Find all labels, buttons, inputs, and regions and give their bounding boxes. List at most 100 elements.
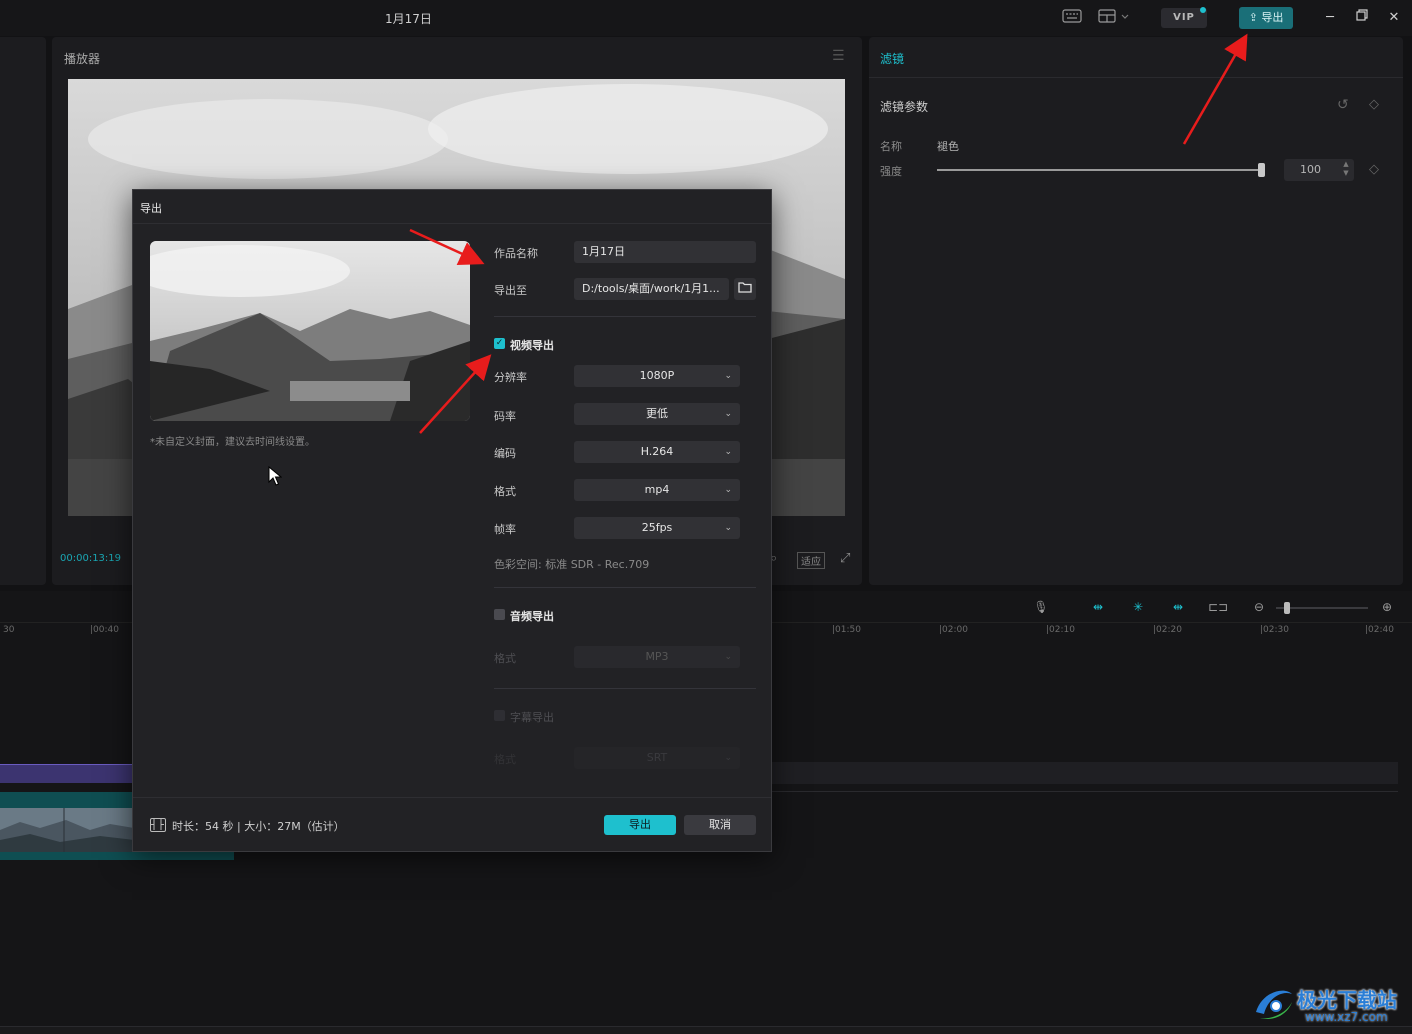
keyboard-icon[interactable] [1061, 9, 1083, 27]
chevron-down-icon: ⌄ [724, 523, 732, 533]
export-button[interactable]: 导出 [604, 815, 676, 835]
cancel-button[interactable]: 取消 [684, 815, 756, 835]
ruler-tick: |02:40 [1365, 625, 1394, 635]
codec-select[interactable]: H.264 ⌄ [574, 441, 740, 463]
chevron-down-icon: ⌄ [724, 447, 732, 457]
subtitle-format-label: 格式 [494, 753, 516, 766]
chevron-down-icon: ⌄ [724, 371, 732, 381]
cover-hint: *未自定义封面，建议去时间线设置。 [150, 437, 315, 448]
divider [494, 587, 756, 588]
media-panel [0, 37, 46, 585]
fit-ratio-button[interactable]: 适应 [797, 552, 825, 569]
ruler-tick: |02:00 [939, 625, 968, 635]
ruler-tick: |00:40 [90, 625, 119, 635]
name-input[interactable]: 1月17日 [574, 241, 756, 263]
folder-icon[interactable] [734, 278, 756, 300]
microphone-icon[interactable]: 🎙 [1030, 598, 1052, 616]
filter-tab-bar [869, 37, 1403, 78]
name-label: 作品名称 [494, 247, 538, 260]
layout-icon[interactable] [1097, 9, 1131, 27]
subtitle-format-value: SRT [646, 751, 668, 764]
strength-slider-handle[interactable] [1258, 163, 1265, 177]
filter-name-label: 名称 [880, 140, 902, 153]
zoom-out-icon[interactable]: ⊖ [1248, 598, 1270, 616]
split-icon[interactable]: ⊏⊐ [1207, 598, 1229, 616]
export-path-input[interactable]: D:/tools/桌面/work/1月1... [574, 278, 729, 300]
resolution-label: 分辨率 [494, 371, 527, 384]
codec-value: H.264 [640, 445, 674, 458]
export-path-label: 导出至 [494, 284, 527, 297]
resolution-select[interactable]: 1080P ⌄ [574, 365, 740, 387]
main-track-icon[interactable]: ⇹ [1167, 598, 1189, 616]
fullscreen-icon[interactable]: ⤢ [840, 551, 850, 566]
watermark-url: www.xz7.com [1305, 1010, 1388, 1024]
filter-params-title: 滤镜参数 [880, 100, 929, 114]
timeline-zoom-handle[interactable] [1284, 602, 1290, 614]
format-label: 格式 [494, 485, 516, 498]
subtitle-export-title: 字幕导出 [510, 711, 554, 724]
ruler-tick: |01:50 [832, 625, 861, 635]
dialog-title: 导出 [140, 202, 162, 215]
divider [494, 688, 756, 689]
watermark-logo-icon [1252, 984, 1296, 1024]
cover-thumbnail[interactable] [150, 241, 470, 421]
audio-export-title: 音频导出 [510, 610, 554, 623]
top-export-label: 导出 [1261, 11, 1284, 24]
minimize-icon[interactable]: ─ [1321, 9, 1339, 27]
notification-dot [1200, 7, 1206, 13]
tab-filter[interactable]: 滤镜 [880, 50, 904, 67]
format-select[interactable]: mp4 ⌄ [574, 479, 740, 501]
keyframe-icon[interactable]: ◇ [1369, 162, 1379, 177]
export-upload-icon: ⇪ [1248, 11, 1258, 24]
audio-format-value: MP3 [645, 650, 669, 663]
audio-format-label: 格式 [494, 652, 516, 665]
track-row [770, 762, 1398, 784]
filter-panel [869, 37, 1403, 585]
audio-track-bar [0, 852, 234, 860]
snap-icon[interactable]: ✳ [1127, 598, 1149, 616]
restore-icon[interactable] [1353, 9, 1371, 27]
subtitle-format-select: SRT ⌄ [574, 747, 740, 769]
codec-label: 编码 [494, 447, 516, 460]
top-export-button[interactable]: ⇪ 导出 [1239, 7, 1293, 29]
bitrate-select[interactable]: 更低 ⌄ [574, 403, 740, 425]
audio-export-checkbox[interactable] [494, 609, 505, 620]
track-divider [770, 791, 1398, 792]
watermark-title: 极光下载站 [1297, 988, 1397, 1012]
video-clip-header[interactable] [0, 792, 134, 808]
resolution-value: 1080P [639, 369, 675, 382]
dialog-header [133, 190, 771, 224]
keyframe-icon[interactable]: ◇ [1369, 97, 1379, 112]
strength-stepper[interactable]: ▲ ▼ [1340, 160, 1352, 178]
ruler-tick: 30 [3, 625, 15, 635]
fps-select[interactable]: 25fps ⌄ [574, 517, 740, 539]
dialog-footer-divider [133, 797, 771, 798]
film-icon [150, 818, 166, 832]
video-export-title: 视频导出 [510, 339, 554, 352]
menu-icon[interactable]: ☰ [832, 48, 845, 64]
chevron-down-icon: ⌄ [724, 753, 732, 763]
audio-format-select: MP3 ⌄ [574, 646, 740, 668]
window-title: 1月17日 [385, 12, 432, 26]
reset-icon[interactable]: ↺ [1337, 97, 1349, 113]
subtitle-export-checkbox [494, 710, 505, 721]
timecode: 00:00:13:19 [60, 553, 122, 564]
filter-track-clip[interactable] [0, 764, 134, 783]
ruler-tick: |02:20 [1153, 625, 1182, 635]
zoom-in-icon[interactable]: ⊕ [1376, 598, 1398, 616]
format-value: mp4 [644, 483, 670, 496]
strength-slider-fill [937, 169, 1263, 171]
filter-name-value: 褪色 [937, 140, 959, 153]
video-export-checkbox[interactable]: ✓ [494, 338, 505, 349]
ruler-tick: |02:30 [1260, 625, 1289, 635]
bottom-strip [0, 1026, 1412, 1034]
link-clip-icon[interactable]: ⇹ [1087, 598, 1109, 616]
chevron-down-icon: ⌄ [724, 485, 732, 495]
export-summary: 时长：54 秒 | 大小：27M（估计） [172, 820, 345, 833]
filter-strength-label: 强度 [880, 165, 902, 178]
fps-value: 25fps [641, 521, 673, 534]
divider [494, 316, 756, 317]
video-clip[interactable] [0, 808, 134, 852]
chevron-down-icon: ⌄ [724, 652, 732, 662]
close-icon[interactable]: ✕ [1385, 9, 1403, 27]
